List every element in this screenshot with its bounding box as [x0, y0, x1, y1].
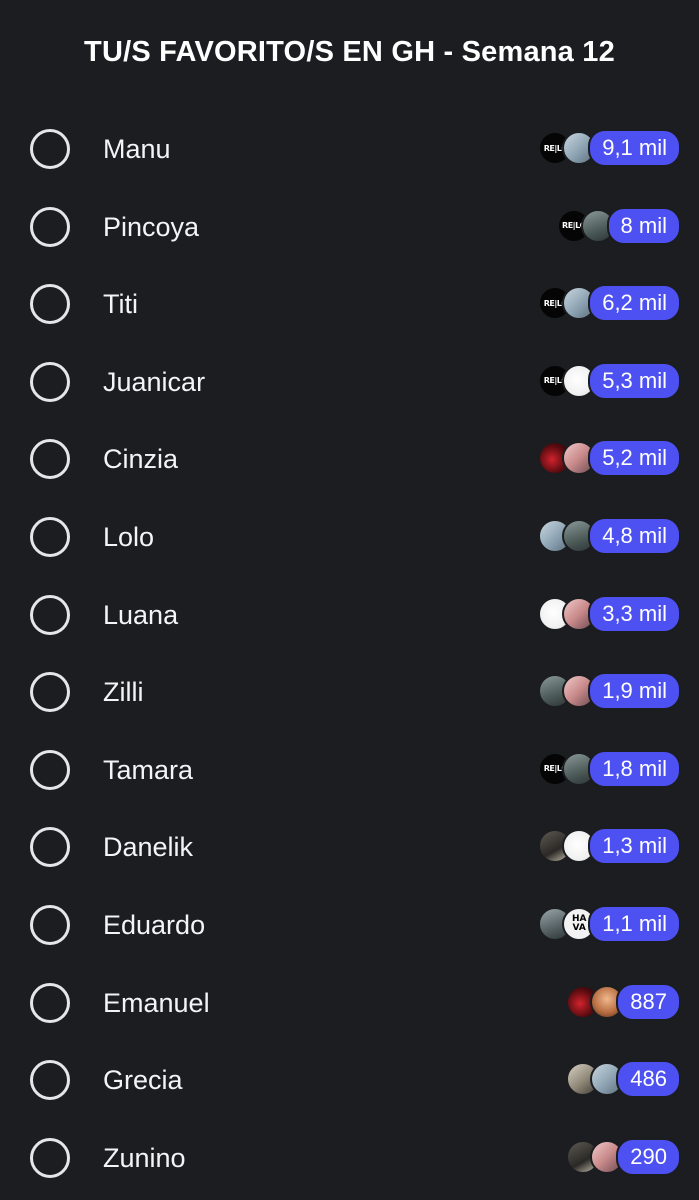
- poll-option-grecia[interactable]: Grecia 486: [0, 1041, 699, 1119]
- option-label: Luana: [103, 599, 179, 630]
- vote-count-badge[interactable]: 4,8 mil: [588, 516, 681, 555]
- vote-count-badge[interactable]: 1,9 mil: [588, 672, 681, 711]
- radio-button[interactable]: [30, 439, 70, 480]
- vote-count-badge[interactable]: 5,2 mil: [588, 439, 681, 478]
- voter-avatars: RE|LC: [556, 208, 615, 243]
- voters-summary[interactable]: RE|LC 9,1 mil: [538, 129, 681, 167]
- voters-summary[interactable]: RE|LC 1,8 mil: [538, 749, 681, 788]
- vote-count-badge[interactable]: 486: [616, 1060, 681, 1099]
- option-label: Zunino: [103, 1142, 186, 1173]
- radio-button[interactable]: [30, 982, 70, 1023]
- option-label: Manu: [103, 134, 171, 164]
- poll-option-manu[interactable]: Manu RE|LC 9,1 mil: [0, 110, 699, 188]
- poll-option-lolo[interactable]: Lolo 4,8 mil: [0, 498, 699, 576]
- poll-option-zunino[interactable]: Zunino 290: [0, 1119, 699, 1197]
- radio-button[interactable]: [30, 1137, 70, 1178]
- voters-summary[interactable]: 290: [566, 1137, 681, 1176]
- voters-summary[interactable]: HA VA 1,1 mil: [538, 904, 681, 943]
- voters-summary[interactable]: 887: [566, 982, 681, 1021]
- radio-button[interactable]: [30, 749, 70, 790]
- poll-option-zilli[interactable]: Zilli 1,9 mil: [0, 653, 699, 731]
- voters-summary[interactable]: 1,3 mil: [538, 827, 681, 866]
- option-label: Zilli: [103, 677, 144, 708]
- poll-option-juanicar[interactable]: Juanicar RE|LC 5,3 mil: [0, 343, 699, 421]
- voters-summary[interactable]: 5,2 mil: [538, 439, 681, 478]
- radio-button[interactable]: [30, 206, 70, 247]
- poll-option-danelik[interactable]: Danelik 1,3 mil: [0, 808, 699, 886]
- radio-button[interactable]: [30, 129, 70, 169]
- radio-button[interactable]: [30, 672, 70, 713]
- poll-option-eduardo[interactable]: Eduardo HA VA 1,1 mil: [0, 886, 699, 964]
- option-label: Eduardo: [103, 909, 206, 940]
- option-label: Cinzia: [103, 444, 179, 475]
- option-label: Juanicar: [103, 366, 206, 397]
- option-label: Emanuel: [103, 987, 210, 1018]
- option-label: Pincoya: [103, 211, 200, 242]
- vote-count-badge[interactable]: 8 mil: [606, 206, 681, 245]
- radio-button[interactable]: [30, 904, 70, 945]
- voters-summary[interactable]: 486: [566, 1060, 681, 1099]
- radio-button[interactable]: [30, 827, 70, 868]
- poll-option-titi[interactable]: Titi RE|LC 6,2 mil: [0, 265, 699, 343]
- poll-title: TU/S FAVORITO/S EN GH - Semana 12: [84, 36, 615, 68]
- vote-count-badge[interactable]: 1,3 mil: [588, 827, 681, 866]
- poll-options-list: Manu RE|LC 9,1 mil Pincoya RE|LC 8 mil T…: [0, 110, 699, 1196]
- option-label: Tamara: [103, 754, 194, 785]
- option-label: Lolo: [103, 521, 155, 552]
- poll-option-emanuel[interactable]: Emanuel 887: [0, 964, 699, 1042]
- vote-count-badge[interactable]: 1,1 mil: [588, 904, 681, 943]
- voters-summary[interactable]: 4,8 mil: [538, 516, 681, 555]
- radio-button[interactable]: [30, 284, 70, 325]
- voters-summary[interactable]: RE|LC 6,2 mil: [538, 284, 681, 323]
- option-label: Grecia: [103, 1065, 183, 1096]
- vote-count-badge[interactable]: 9,1 mil: [588, 129, 681, 167]
- vote-count-badge[interactable]: 3,3 mil: [588, 594, 681, 633]
- poll-option-luana[interactable]: Luana 3,3 mil: [0, 576, 699, 654]
- poll-option-cinzia[interactable]: Cinzia 5,2 mil: [0, 420, 699, 498]
- poll-card: TU/S FAVORITO/S EN GH - Semana 12 Manu R…: [0, 0, 699, 1200]
- vote-count-badge[interactable]: 6,2 mil: [588, 284, 681, 323]
- radio-button[interactable]: [30, 1060, 70, 1101]
- voters-summary[interactable]: 3,3 mil: [538, 594, 681, 633]
- vote-count-badge[interactable]: 290: [616, 1137, 681, 1176]
- poll-option-tamara[interactable]: Tamara RE|LC 1,8 mil: [0, 731, 699, 809]
- vote-count-badge[interactable]: 1,8 mil: [588, 749, 681, 788]
- radio-button[interactable]: [30, 516, 70, 557]
- vote-count-badge[interactable]: 5,3 mil: [588, 361, 681, 400]
- radio-button[interactable]: [30, 594, 70, 635]
- radio-button[interactable]: [30, 361, 70, 402]
- option-label: Danelik: [103, 832, 194, 863]
- option-label: Titi: [103, 289, 138, 320]
- voters-summary[interactable]: RE|LC 8 mil: [556, 206, 681, 245]
- voters-summary[interactable]: 1,9 mil: [538, 672, 681, 711]
- voters-summary[interactable]: RE|LC 5,3 mil: [538, 361, 681, 400]
- vote-count-badge[interactable]: 887: [616, 982, 681, 1021]
- poll-option-pincoya[interactable]: Pincoya RE|LC 8 mil: [0, 188, 699, 266]
